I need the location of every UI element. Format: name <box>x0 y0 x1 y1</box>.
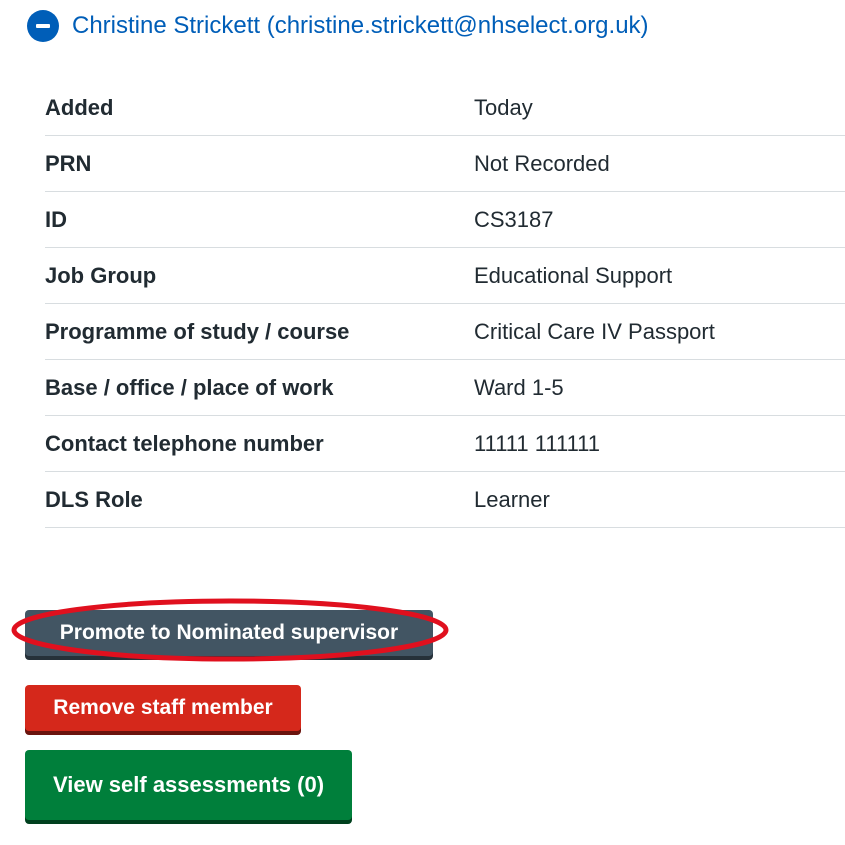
details-key: Contact telephone number <box>45 430 324 456</box>
details-key: Job Group <box>45 262 157 288</box>
details-row: Contact telephone number 11111 111111 <box>45 416 845 472</box>
details-value: Ward 1-5 <box>474 374 564 400</box>
details-row: Programme of study / course Critical Car… <box>45 304 845 360</box>
details-value: Not Recorded <box>474 150 610 176</box>
details-key: Base / office / place of work <box>45 374 334 400</box>
staff-details-list: Added Today PRN Not Recorded ID CS3187 J… <box>45 80 845 528</box>
details-key: DLS Role <box>45 486 143 512</box>
details-value: 11111 111111 <box>474 430 601 456</box>
view-self-assessments-button[interactable]: View self assessments (0) <box>25 750 352 820</box>
remove-staff-button[interactable]: Remove staff member <box>25 685 301 731</box>
details-value: CS3187 <box>474 206 554 232</box>
details-key: Added <box>45 94 114 120</box>
details-row: Added Today <box>45 80 845 136</box>
details-key: ID <box>45 206 67 232</box>
details-row: DLS Role Learner <box>45 472 845 528</box>
details-value: Today <box>474 94 533 120</box>
details-value: Learner <box>474 486 550 512</box>
details-row: Base / office / place of work Ward 1-5 <box>45 360 845 416</box>
minus-icon[interactable] <box>27 10 59 42</box>
promote-supervisor-button[interactable]: Promote to Nominated supervisor <box>25 610 433 656</box>
staff-member-expander-toggle[interactable]: Christine Strickett (christine.strickett… <box>27 10 649 42</box>
details-key: Programme of study / course <box>45 318 350 344</box>
details-value: Educational Support <box>474 262 673 288</box>
details-key: PRN <box>45 150 92 176</box>
details-row: Job Group Educational Support <box>45 248 845 304</box>
details-row: PRN Not Recorded <box>45 136 845 192</box>
details-value: Critical Care IV Passport <box>474 318 715 344</box>
details-row: ID CS3187 <box>45 192 845 248</box>
staff-member-panel: Christine Strickett (christine.strickett… <box>0 0 845 845</box>
staff-member-name-email[interactable]: Christine Strickett (christine.strickett… <box>72 10 649 42</box>
